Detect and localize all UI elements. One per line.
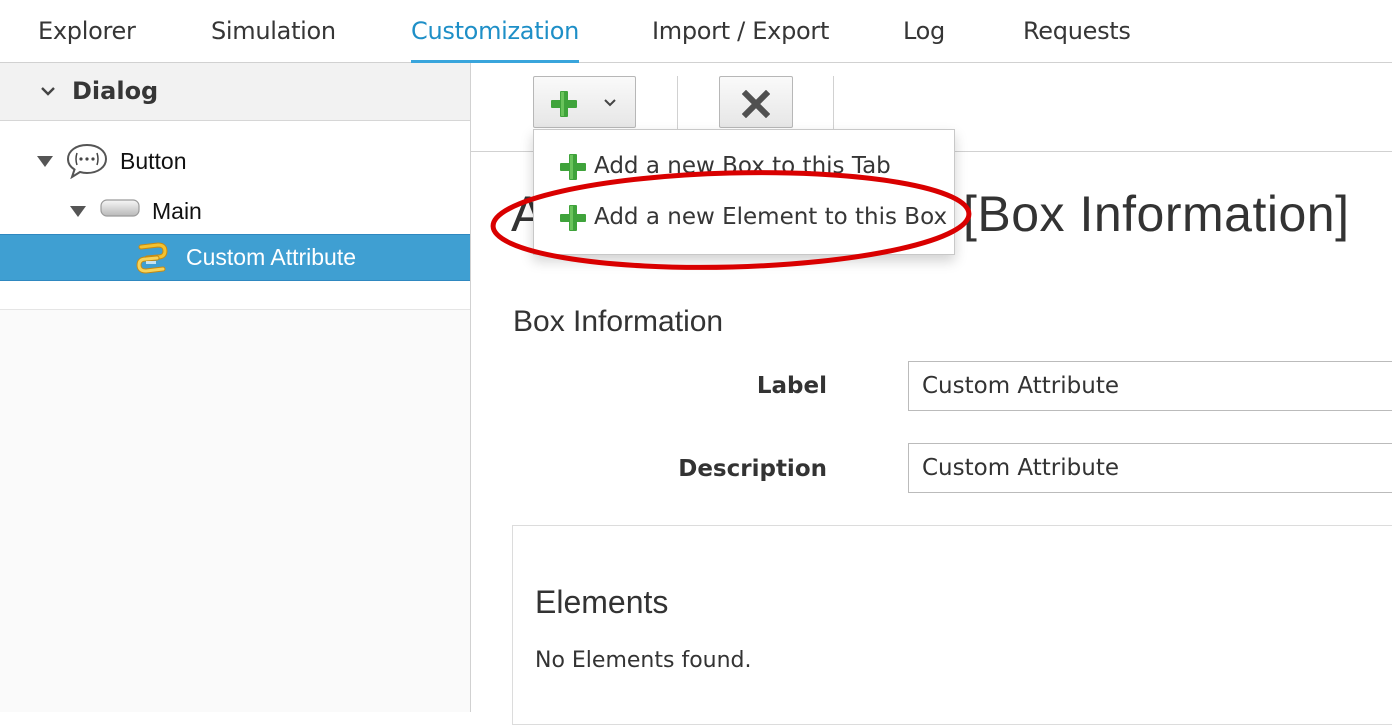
expand-triangle-icon[interactable] [37,156,53,167]
x-icon [742,90,770,118]
description-input[interactable]: Custom Attribute [908,443,1392,493]
tree-node-custom-attribute[interactable]: Custom Attribute [0,234,470,281]
tab-explorer[interactable]: Explorer [38,0,136,62]
tab-import-export[interactable]: Import / Export [652,0,829,62]
speech-bubble-icon [66,143,108,179]
label-input[interactable]: Custom Attribute [908,361,1392,411]
add-dropdown-menu: Add a new Box to this Tab Add a new Elem… [533,129,955,255]
tab-simulation[interactable]: Simulation [211,0,336,62]
chain-link-icon [136,242,168,274]
elements-empty-message: No Elements found. [535,648,752,673]
tab-requests[interactable]: Requests [1023,0,1131,62]
tab-log[interactable]: Log [903,0,945,62]
menu-item-label: Add a new Element to this Box [594,204,948,230]
elements-panel-title: Elements [535,584,669,620]
section-title: Box Information [513,305,724,338]
plus-icon [560,154,586,180]
delete-button[interactable] [719,76,793,128]
tree-node-label: Custom Attribute [186,244,357,270]
tree-view: Button Main Custom Attribute [0,121,470,310]
plus-icon [551,91,577,117]
elements-panel: Elements No Elements found. [512,525,1392,725]
label-field-label: Label [756,373,827,399]
tab-customization[interactable]: Customization [411,0,579,63]
tree-node-main[interactable]: Main [152,188,202,234]
chevron-down-icon [41,87,55,96]
button-shape-icon [100,199,140,217]
menu-item-label: Add a new Box to this Tab [594,153,891,179]
tree-node-button[interactable]: Button [120,138,187,184]
chevron-down-icon [604,99,616,107]
accordion-header-dialog[interactable]: Dialog [0,63,470,121]
accordion-title: Dialog [72,77,159,105]
sidebar: Dialog Button Main Custom Attribute [0,63,471,712]
top-nav-tabs: Explorer Simulation Customization Import… [0,0,1392,63]
add-dropdown-button[interactable] [533,76,636,128]
description-field-label: Description [678,456,827,482]
plus-icon [560,205,586,231]
page-title-suffix: [Box Information] [963,186,1350,242]
expand-triangle-icon[interactable] [70,206,86,217]
